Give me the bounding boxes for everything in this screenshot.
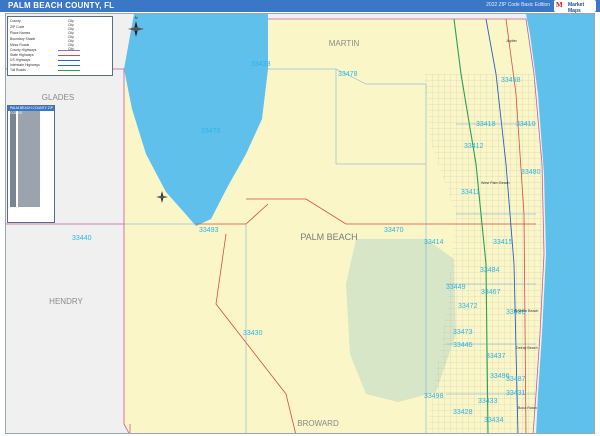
zip-label: 33458 bbox=[501, 77, 521, 84]
map-frame: MARTIN GLADES HENDRY BROWARD PALM BEACH … bbox=[5, 13, 595, 434]
zip-label: 33472 bbox=[458, 303, 478, 310]
zip-index-title: PALM BEACH COUNTY ZIP CODES bbox=[8, 106, 54, 115]
legend-row: Place Names bbox=[10, 31, 31, 35]
legend-row: County Highways bbox=[10, 48, 37, 52]
zip-label: 33467 bbox=[481, 289, 501, 296]
map-canvas: MARTIN GLADES HENDRY BROWARD PALM BEACH … bbox=[6, 14, 594, 433]
legend-swatch-us-hwy bbox=[58, 60, 80, 61]
zip-label: 33428 bbox=[453, 409, 473, 416]
zip-label: 33430 bbox=[243, 330, 263, 337]
legend-swatch-interstate bbox=[58, 65, 80, 66]
edition-label: 2022 ZIP Code Basic Edition bbox=[486, 2, 550, 8]
legend-row: Toll Roads bbox=[10, 68, 26, 72]
map-title: PALM BEACH COUNTY, FL bbox=[8, 1, 115, 10]
county-label-palm-beach: PALM BEACH bbox=[300, 232, 357, 242]
legend-row: ZIP Code bbox=[10, 25, 25, 29]
place-label: Delray Beach bbox=[516, 346, 538, 350]
zip-label: 33449 bbox=[446, 284, 466, 291]
legend-swatch-toll bbox=[58, 70, 80, 71]
zip-label: 33415 bbox=[493, 239, 513, 246]
zip-label: 33478 bbox=[338, 71, 358, 78]
zip-label: 33412 bbox=[464, 143, 484, 150]
zip-label: 33493 bbox=[199, 227, 219, 234]
zip-label: 33480 bbox=[521, 169, 541, 176]
county-label-broward: BROWARD bbox=[297, 419, 339, 428]
legend-row: Minor Roads bbox=[10, 43, 30, 47]
zip-label: 33487 bbox=[506, 376, 526, 383]
brand-logo-mark: M bbox=[556, 1, 563, 9]
zip-label: 33418 bbox=[476, 121, 496, 128]
compass-n-label: N bbox=[135, 15, 138, 20]
zip-label: 33498 bbox=[424, 393, 444, 400]
legend-row: US Highways bbox=[10, 58, 31, 62]
zip-label: 33431 bbox=[506, 390, 526, 397]
county-label-glades: GLADES bbox=[42, 93, 74, 102]
legend-row: Boundary Shade bbox=[10, 37, 36, 41]
place-label: West Palm Beach bbox=[481, 181, 510, 185]
zip-label: 33473 bbox=[453, 329, 473, 336]
zip-label: 33437 bbox=[486, 353, 506, 360]
county-label-hendry: HENDRY bbox=[49, 297, 83, 306]
zip-label: 33440 bbox=[72, 235, 92, 242]
map-legend: County ZIP Code Place Names Boundary Sha… bbox=[7, 16, 113, 76]
zip-label: 33410 bbox=[516, 121, 536, 128]
brand-logo: M Market Maps bbox=[554, 0, 596, 14]
zip-index-rows bbox=[8, 111, 54, 207]
zip-label: 33414 bbox=[424, 239, 444, 246]
legend-row: Interstate Highways bbox=[10, 63, 40, 67]
title-bar: PALM BEACH COUNTY, FL 2022 ZIP Code Basi… bbox=[0, 0, 600, 14]
zip-label: 33433 bbox=[478, 398, 498, 405]
zip-code-index: PALM BEACH COUNTY ZIP CODES bbox=[7, 105, 55, 223]
zip-label: 33446 bbox=[453, 342, 473, 349]
zip-label: 33434 bbox=[484, 417, 504, 424]
place-label: Boca Raton bbox=[518, 406, 537, 410]
zip-label: 33438 bbox=[251, 61, 271, 68]
zip-label: 33411 bbox=[461, 189, 480, 196]
zip-label: 33484 bbox=[480, 267, 500, 274]
place-label: Boynton Beach bbox=[514, 309, 538, 313]
legend-city-row: City bbox=[68, 47, 74, 51]
legend-row: County bbox=[10, 19, 21, 23]
place-label: Jupiter bbox=[506, 39, 518, 43]
zip-label: 33476 bbox=[201, 128, 221, 135]
county-label-martin: MARTIN bbox=[329, 39, 360, 48]
zip-label: 33470 bbox=[384, 227, 404, 234]
legend-swatch-state-hwy bbox=[58, 55, 80, 56]
legend-row: State Highways bbox=[10, 53, 34, 57]
zip-index-row bbox=[10, 203, 52, 207]
